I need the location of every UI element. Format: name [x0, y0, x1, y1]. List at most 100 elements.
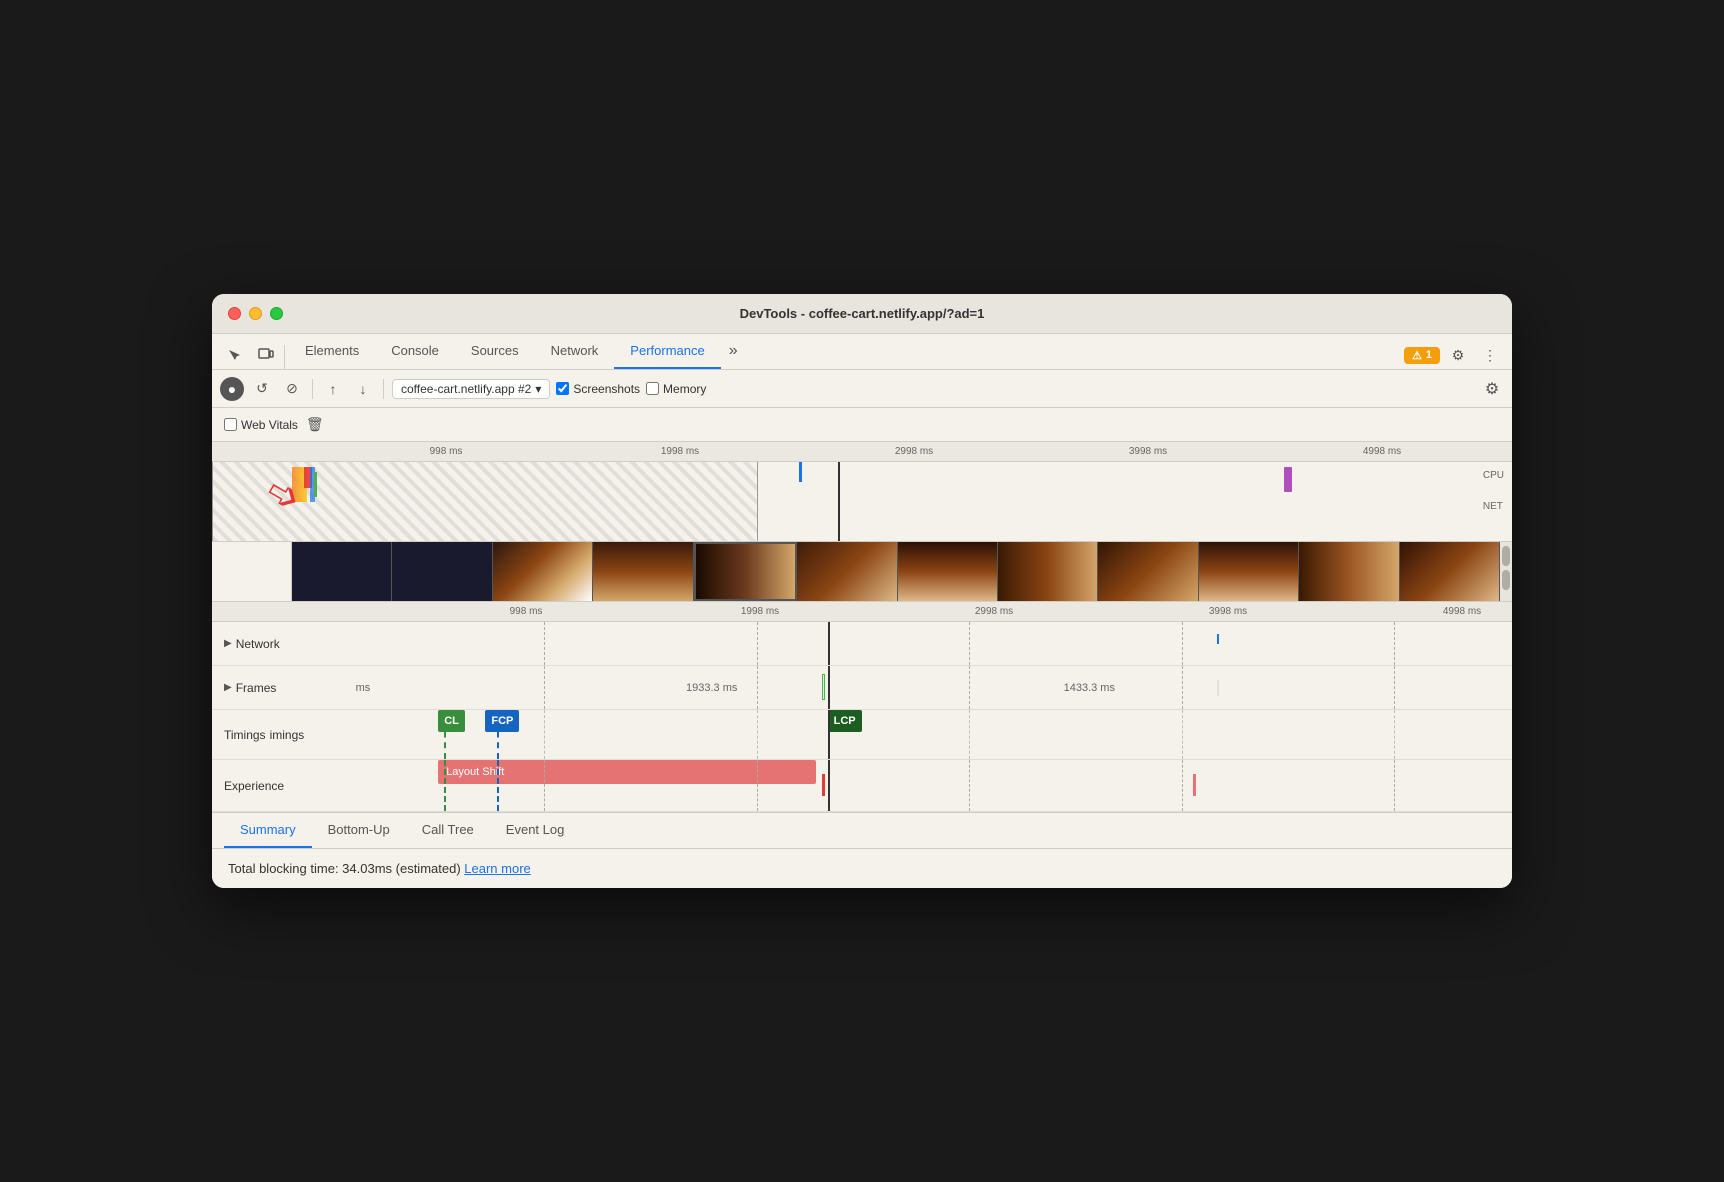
more-tabs-button[interactable]: » — [721, 333, 746, 369]
timings-track: Timingsimings CL FCP LCP — [212, 710, 1512, 760]
main-tab-bar: Elements Console Sources Network Perform… — [212, 334, 1512, 370]
timings-track-content: CL FCP LCP — [332, 710, 1512, 759]
memory-toggle[interactable]: Memory — [646, 382, 706, 396]
tab-network[interactable]: Network — [535, 333, 615, 369]
clear-button[interactable]: ⊘ — [280, 377, 304, 401]
screenshots-checkbox[interactable] — [556, 382, 569, 395]
cpu-label: CPU — [1483, 470, 1504, 481]
exp-dashed-4 — [1182, 760, 1183, 811]
frames-ms-1933: 1933.3 ms — [686, 682, 737, 694]
tab-event-log[interactable]: Event Log — [490, 812, 581, 848]
layout-shift-label: Layout Shift — [446, 766, 504, 778]
tracks-ruler-3998: 3998 ms — [1209, 606, 1247, 617]
learn-more-link[interactable]: Learn more — [464, 861, 530, 876]
notification-count: 1 — [1426, 349, 1432, 361]
notification-badge[interactable]: ⚠ 1 — [1404, 347, 1440, 364]
frames-dashed-4 — [1182, 666, 1183, 709]
frames-dashed-5 — [1394, 666, 1395, 709]
ruler-mark-3998: 3998 ms — [1129, 446, 1167, 457]
upload-button[interactable]: ↑ — [321, 377, 345, 401]
timeline-cursor — [838, 462, 840, 541]
tracks-ruler-4998: 4998 ms — [1443, 606, 1481, 617]
memory-checkbox[interactable] — [646, 382, 659, 395]
exp-dashed-5 — [1394, 760, 1395, 811]
network-expand-arrow[interactable]: ▶ — [224, 638, 232, 649]
exp-dashed-3 — [969, 760, 970, 811]
frame-bar-3 — [1217, 680, 1219, 696]
screenshot-thumb-9 — [1199, 542, 1299, 601]
exp-dashed-1 — [544, 760, 545, 811]
timing-badge-fcp: FCP — [485, 710, 519, 732]
cpu-spike — [1284, 467, 1292, 492]
screenshot-thumb-active — [694, 542, 797, 601]
frames-dashed-2 — [757, 666, 758, 709]
cursor-line-timings — [828, 710, 830, 759]
timings-dashed-1 — [544, 710, 545, 759]
dashed-line-2 — [757, 622, 758, 665]
overview-timeline: 998 ms 1998 ms 2998 ms 3998 ms 4998 ms ➩ — [212, 442, 1512, 602]
reload-record-button[interactable]: ↺ — [250, 377, 274, 401]
minimize-button[interactable] — [249, 307, 262, 320]
screenshot-thumb-5 — [797, 542, 897, 601]
overview-ruler: 998 ms 1998 ms 2998 ms 3998 ms 4998 ms — [212, 442, 1512, 462]
frames-expand-arrow[interactable]: ▶ — [224, 682, 232, 693]
tab-console[interactable]: Console — [375, 333, 455, 369]
tab-sources[interactable]: Sources — [455, 333, 535, 369]
frames-track: ▶ Frames ms 1933.3 ms 1433.3 ms — [212, 666, 1512, 710]
tab-elements[interactable]: Elements — [289, 333, 375, 369]
record-button[interactable]: ● — [220, 377, 244, 401]
experience-label: Experience — [224, 779, 284, 793]
tab-summary[interactable]: Summary — [224, 812, 312, 848]
web-vitals-toggle[interactable]: Web Vitals — [224, 418, 298, 432]
layout-shift-end — [822, 774, 825, 796]
frame-bar-1 — [822, 674, 825, 700]
close-button[interactable] — [228, 307, 241, 320]
scrollbar-thumb-top — [1502, 546, 1510, 566]
more-options-icon[interactable]: ⋮ — [1476, 341, 1504, 369]
chevron-down-icon: ▾ — [535, 382, 541, 396]
profile-selector[interactable]: coffee-cart.netlify.app #2 ▾ — [392, 379, 550, 399]
frames-track-label: ▶ Frames — [212, 681, 332, 695]
traffic-lights — [228, 307, 283, 320]
clear-recordings-button[interactable]: 🗑 — [306, 416, 324, 433]
tab-call-tree[interactable]: Call Tree — [406, 812, 490, 848]
window-title: DevTools - coffee-cart.netlify.app/?ad=1 — [740, 306, 985, 321]
tracks-ruler: 998 ms 1998 ms 2998 ms 3998 ms 4998 ms — [212, 602, 1512, 622]
screenshots-toggle[interactable]: Screenshots — [556, 382, 640, 396]
screenshot-scrollbar[interactable] — [1500, 542, 1512, 601]
capture-settings-icon[interactable]: ⚙ — [1480, 377, 1504, 401]
web-vitals-label: Web Vitals — [241, 418, 298, 432]
screenshot-strip — [212, 542, 1512, 602]
web-vitals-checkbox[interactable] — [224, 418, 237, 431]
profile-name: coffee-cart.netlify.app #2 — [401, 382, 531, 396]
cpu-graph — [292, 467, 1492, 502]
screenshot-label — [212, 542, 292, 601]
dashed-line-5 — [1394, 622, 1395, 665]
timing-badge-lcp: LCP — [828, 710, 862, 732]
ruler-mark-1998: 1998 ms — [661, 446, 699, 457]
device-toolbar-icon[interactable] — [252, 341, 280, 369]
frames-ms-1433: 1433.3 ms — [1064, 682, 1115, 694]
download-button[interactable]: ↓ — [351, 377, 375, 401]
net-label: NET — [1483, 501, 1504, 512]
screenshot-thumb-11 — [1400, 542, 1500, 601]
settings-icon[interactable]: ⚙ — [1444, 341, 1472, 369]
cursor-line-exp — [828, 760, 830, 811]
screenshots-label: Screenshots — [573, 382, 640, 396]
ruler-mark-998: 998 ms — [430, 446, 463, 457]
cursor-icon[interactable] — [220, 341, 248, 369]
maximize-button[interactable] — [270, 307, 283, 320]
tracks-ruler-998: 998 ms — [510, 606, 543, 617]
network-track-label: ▶ Network — [212, 637, 332, 651]
tab-performance[interactable]: Performance — [614, 333, 720, 369]
screenshot-thumb-10 — [1299, 542, 1399, 601]
frames-dashed-3 — [969, 666, 970, 709]
selection-marker — [799, 462, 802, 482]
timings-dashed-5 — [1394, 710, 1395, 759]
exp-cl-line — [444, 760, 446, 811]
screenshot-thumb-1 — [392, 542, 492, 601]
bottom-tab-bar: Summary Bottom-Up Call Tree Event Log — [212, 812, 1512, 848]
tab-bottom-up[interactable]: Bottom-Up — [312, 812, 406, 848]
network-track-content — [332, 622, 1512, 665]
timing-badge-cl: CL — [438, 710, 465, 732]
